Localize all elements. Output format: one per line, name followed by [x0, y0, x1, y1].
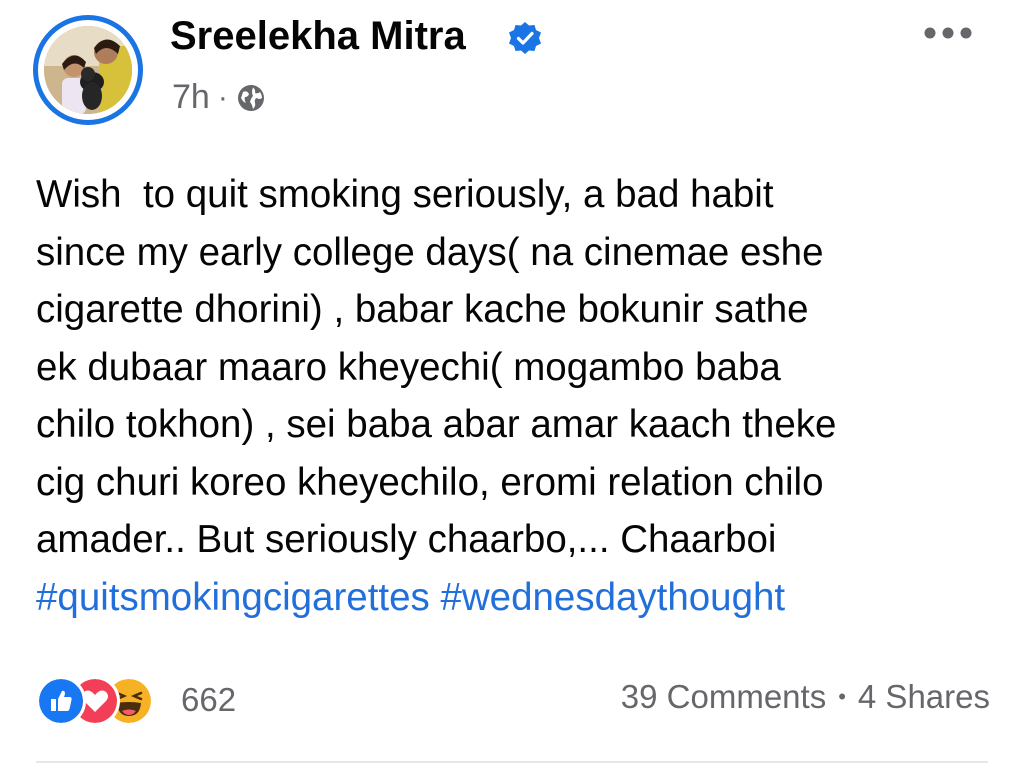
- post-text-line: ek dubaar maaro kheyechi( mogambo baba: [36, 345, 781, 389]
- post-text-line: Wish to quit smoking seriously, a bad ha…: [36, 173, 774, 216]
- comments-count[interactable]: 39 Comments: [621, 678, 826, 716]
- facebook-post: Sreelekha Mitra 7h · Wish to quit smokin…: [0, 0, 1024, 767]
- globe-icon: [237, 84, 264, 111]
- engagement-summary: 39 Comments • 4 Shares: [621, 678, 990, 716]
- shares-count[interactable]: 4 Shares: [858, 678, 990, 716]
- post-text: Wish to quit smoking seriously, a bad ha…: [36, 166, 996, 626]
- post-text-line: amader.. But seriously chaarbo,... Chaar…: [36, 518, 777, 561]
- hashtag-row: #quitsmokingcigarettes #wednesdaythought: [36, 569, 996, 627]
- post-text-line: cigarette dhorini) , babar kache bokunir…: [36, 288, 809, 331]
- reaction-icons: [36, 676, 176, 726]
- like-icon: [36, 676, 86, 726]
- verified-badge-icon: [509, 22, 541, 54]
- hashtag-wednesdaythought[interactable]: #wednesdaythought: [440, 576, 785, 619]
- post-meta: 7h ·: [172, 78, 266, 117]
- author-name[interactable]: Sreelekha Mitra: [170, 14, 466, 59]
- post-text-line: chilo tokhon) , sei baba abar amar kaach…: [36, 403, 837, 446]
- post-text-line: since my early college days( na cinemae …: [36, 230, 824, 274]
- hashtag-quitsmokingcigarettes[interactable]: #quitsmokingcigarettes: [36, 576, 430, 619]
- post-text-line: cig churi koreo kheyechilo, eromi relati…: [36, 460, 824, 504]
- author-avatar[interactable]: [33, 15, 143, 125]
- more-options-icon[interactable]: [922, 22, 974, 44]
- avatar-photo: [44, 26, 132, 114]
- reaction-count: 662: [181, 681, 237, 718]
- footer-divider: [36, 761, 988, 763]
- meta-separator: ·: [217, 80, 228, 114]
- engagement-separator: •: [838, 684, 846, 709]
- reactions-summary[interactable]: 662: [36, 676, 237, 726]
- post-time[interactable]: 7h: [172, 78, 210, 117]
